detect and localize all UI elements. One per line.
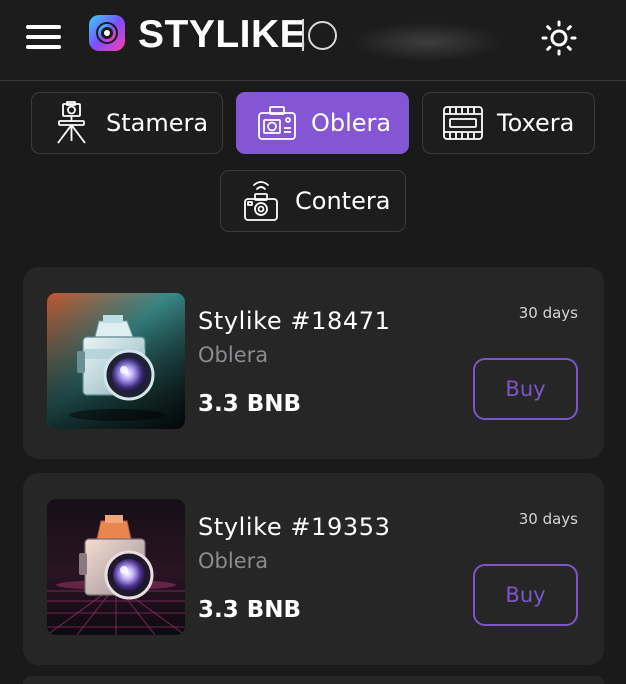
nft-thumbnail[interactable] xyxy=(47,293,185,429)
listing-card[interactable]: Stylike #19353 Oblera 3.3 BNB 30 days Bu… xyxy=(23,473,604,665)
category-label: Toxera xyxy=(497,109,575,137)
rental-duration: 30 days xyxy=(518,510,578,528)
blurred-header-region xyxy=(352,22,502,62)
nft-title[interactable]: Stylike #18471 xyxy=(198,307,390,335)
app-header: STYLIKE xyxy=(0,0,626,81)
tripod-camera-icon xyxy=(50,101,94,145)
category-contera[interactable]: Contera xyxy=(220,170,406,232)
rental-duration: 30 days xyxy=(518,304,578,322)
hamburger-menu-icon[interactable] xyxy=(26,24,62,50)
stylike-logo-icon xyxy=(89,15,125,51)
sun-icon[interactable] xyxy=(540,19,578,57)
nft-price: 3.3 BNB xyxy=(198,391,302,417)
logo-wordmark[interactable]: STYLIKE xyxy=(138,13,306,57)
category-stamera[interactable]: Stamera xyxy=(31,92,223,154)
category-toxera[interactable]: Toxera xyxy=(422,92,595,154)
nft-type: Oblera xyxy=(198,549,269,573)
buy-button[interactable]: Buy xyxy=(473,358,578,420)
next-listing-card-edge xyxy=(23,676,604,684)
category-oblera[interactable]: Oblera xyxy=(236,92,409,154)
nft-thumbnail[interactable] xyxy=(47,499,185,635)
buy-button[interactable]: Buy xyxy=(473,564,578,626)
category-label: Stamera xyxy=(106,109,209,137)
category-label: Oblera xyxy=(311,109,392,137)
nft-type: Oblera xyxy=(198,343,269,367)
lens-icon xyxy=(441,101,485,145)
wireless-camera-icon xyxy=(239,179,283,223)
nft-price: 3.3 BNB xyxy=(198,597,302,623)
camera-body-icon xyxy=(255,101,299,145)
nft-title[interactable]: Stylike #19353 xyxy=(198,513,390,541)
listing-card[interactable]: Stylike #18471 Oblera 3.3 BNB 30 days Bu… xyxy=(23,267,604,459)
category-label: Contera xyxy=(295,187,391,215)
logo-io-mark xyxy=(302,15,337,55)
